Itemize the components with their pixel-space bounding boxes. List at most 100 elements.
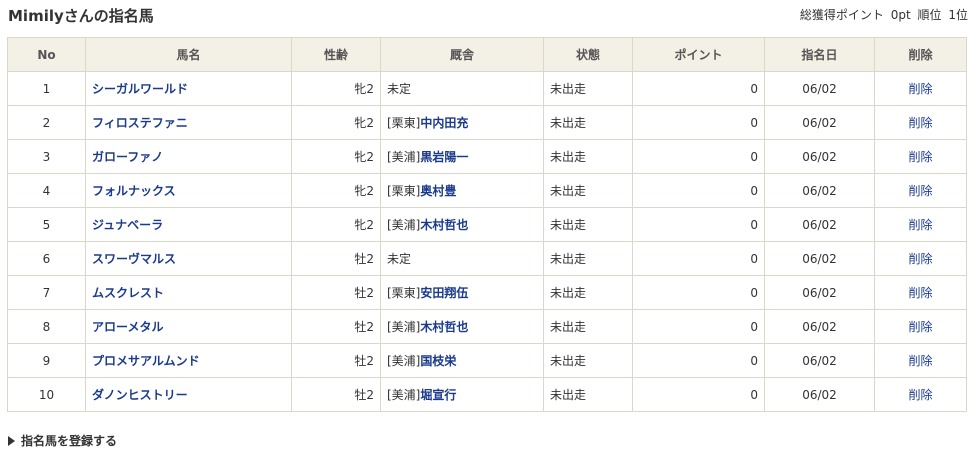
column-header-date: 指名日 [764, 37, 875, 72]
rank-label: 順位 [917, 8, 942, 22]
horse-name-cell: アローメタル [85, 309, 292, 344]
stable-undecided: 未定 [387, 82, 412, 96]
race-status: 未出走 [543, 343, 633, 378]
column-header-status: 状態 [543, 37, 633, 72]
table-row: 10 ダノンヒストリー 牡2 [美浦]堀宣行 未出走 0 06/02 削除 [7, 377, 967, 412]
horse-name-link[interactable]: ムスクレスト [92, 286, 164, 300]
horse-name-link[interactable]: アローメタル [92, 320, 164, 334]
nominated-horses-table: No 馬名 性齢 厩舎 状態 ポイント 指名日 削除 1 シーガルワールド 牝2 未定… [7, 37, 967, 412]
total-points-value: 0pt [890, 8, 911, 22]
trainer-link[interactable]: 木村哲也 [420, 320, 468, 334]
row-number: 3 [7, 139, 86, 174]
delete-link[interactable]: 削除 [908, 116, 932, 130]
sex-age: 牝2 [291, 71, 381, 106]
stable-undecided: 未定 [387, 252, 412, 266]
sex-age: 牝2 [291, 105, 381, 140]
row-number: 1 [7, 71, 86, 106]
delete-link[interactable]: 削除 [908, 150, 932, 164]
race-status: 未出走 [543, 309, 633, 344]
stable-cell: 未定 [380, 71, 544, 106]
horse-name-link[interactable]: ジュナベーラ [92, 218, 163, 232]
register-horse-label: 指名馬を登録する [21, 434, 118, 448]
row-number: 7 [7, 275, 86, 310]
delete-link[interactable]: 削除 [908, 286, 932, 300]
horse-name-link[interactable]: シーガルワールド [92, 82, 188, 96]
delete-link[interactable]: 削除 [908, 82, 932, 96]
trainer-link[interactable]: 堀宣行 [420, 388, 456, 402]
horse-name-link[interactable]: ダノンヒストリー [92, 388, 188, 402]
horse-name-link[interactable]: フィロステファニ [92, 116, 188, 130]
horse-name-link[interactable]: ガローファノ [92, 150, 163, 164]
delete-cell: 削除 [874, 207, 967, 242]
points-summary: 総獲得ポイント 0pt 順位 1位 [800, 6, 968, 23]
horse-name-link[interactable]: プロメサアルムンド [92, 354, 200, 368]
stable-region: [美浦] [387, 218, 421, 232]
trainer-link[interactable]: 国枝栄 [420, 354, 456, 368]
delete-cell: 削除 [874, 377, 967, 412]
stable-cell: [栗東]奥村豊 [380, 173, 544, 208]
table-row: 8 アローメタル 牡2 [美浦]木村哲也 未出走 0 06/02 削除 [7, 309, 967, 344]
horse-points: 0 [632, 309, 765, 344]
sex-age: 牝2 [291, 173, 381, 208]
race-status: 未出走 [543, 377, 633, 412]
trainer-link[interactable]: 奥村豊 [420, 184, 456, 198]
delete-link[interactable]: 削除 [908, 388, 932, 402]
trainer-link[interactable]: 木村哲也 [420, 218, 468, 232]
sex-age: 牡2 [291, 241, 381, 276]
stable-region: [美浦] [387, 150, 421, 164]
row-number: 9 [7, 343, 86, 378]
table-row: 3 ガローファノ 牝2 [美浦]黒岩陽一 未出走 0 06/02 削除 [7, 139, 967, 174]
horse-name-cell: ジュナベーラ [85, 207, 292, 242]
stable-region: [美浦] [387, 388, 421, 402]
horse-name-cell: ムスクレスト [85, 275, 292, 310]
trainer-link[interactable]: 安田翔伍 [420, 286, 468, 300]
sex-age: 牝2 [291, 207, 381, 242]
table-row: 2 フィロステファニ 牝2 [栗東]中内田充 未出走 0 06/02 削除 [7, 105, 967, 140]
delete-cell: 削除 [874, 343, 967, 378]
nomination-date: 06/02 [764, 377, 875, 412]
delete-link[interactable]: 削除 [908, 320, 932, 334]
column-header-delete: 削除 [874, 37, 967, 72]
horse-name-cell: ガローファノ [85, 139, 292, 174]
delete-link[interactable]: 削除 [908, 184, 932, 198]
table-row: 9 プロメサアルムンド 牡2 [美浦]国枝栄 未出走 0 06/02 削除 [7, 343, 967, 378]
stable-cell: [栗東]安田翔伍 [380, 275, 544, 310]
delete-link[interactable]: 削除 [908, 354, 932, 368]
sex-age: 牡2 [291, 309, 381, 344]
horse-name-cell: フィロステファニ [85, 105, 292, 140]
horse-name-link[interactable]: フォルナックス [92, 184, 176, 198]
nomination-date: 06/02 [764, 105, 875, 140]
column-header-sex-age: 性齢 [291, 37, 381, 72]
column-header-points: ポイント [632, 37, 765, 72]
table-row: 4 フォルナックス 牝2 [栗東]奥村豊 未出走 0 06/02 削除 [7, 173, 967, 208]
nomination-date: 06/02 [764, 173, 875, 208]
trainer-link[interactable]: 中内田充 [420, 116, 468, 130]
register-horse-link[interactable]: 指名馬を登録する [8, 432, 117, 449]
stable-cell: 未定 [380, 241, 544, 276]
horse-name-cell: シーガルワールド [85, 71, 292, 106]
stable-region: [美浦] [387, 320, 421, 334]
race-status: 未出走 [543, 105, 633, 140]
horse-name-cell: スワーヴマルス [85, 241, 292, 276]
stable-cell: [美浦]堀宣行 [380, 377, 544, 412]
stable-cell: [美浦]木村哲也 [380, 309, 544, 344]
stable-region: [美浦] [387, 354, 421, 368]
horse-points: 0 [632, 173, 765, 208]
horse-name-cell: プロメサアルムンド [85, 343, 292, 378]
table-row: 6 スワーヴマルス 牡2 未定 未出走 0 06/02 削除 [7, 241, 967, 276]
sex-age: 牡2 [291, 343, 381, 378]
delete-cell: 削除 [874, 275, 967, 310]
column-header-stable: 厩舎 [380, 37, 544, 72]
stable-cell: [美浦]国枝栄 [380, 343, 544, 378]
horse-name-cell: ダノンヒストリー [85, 377, 292, 412]
horse-name-link[interactable]: スワーヴマルス [92, 252, 176, 266]
trainer-link[interactable]: 黒岩陽一 [420, 150, 468, 164]
horse-points: 0 [632, 241, 765, 276]
sex-age: 牝2 [291, 139, 381, 174]
table-row: 7 ムスクレスト 牡2 [栗東]安田翔伍 未出走 0 06/02 削除 [7, 275, 967, 310]
stable-region: [栗東] [387, 184, 421, 198]
nomination-date: 06/02 [764, 207, 875, 242]
delete-link[interactable]: 削除 [908, 252, 932, 266]
delete-cell: 削除 [874, 309, 967, 344]
delete-link[interactable]: 削除 [908, 218, 932, 232]
